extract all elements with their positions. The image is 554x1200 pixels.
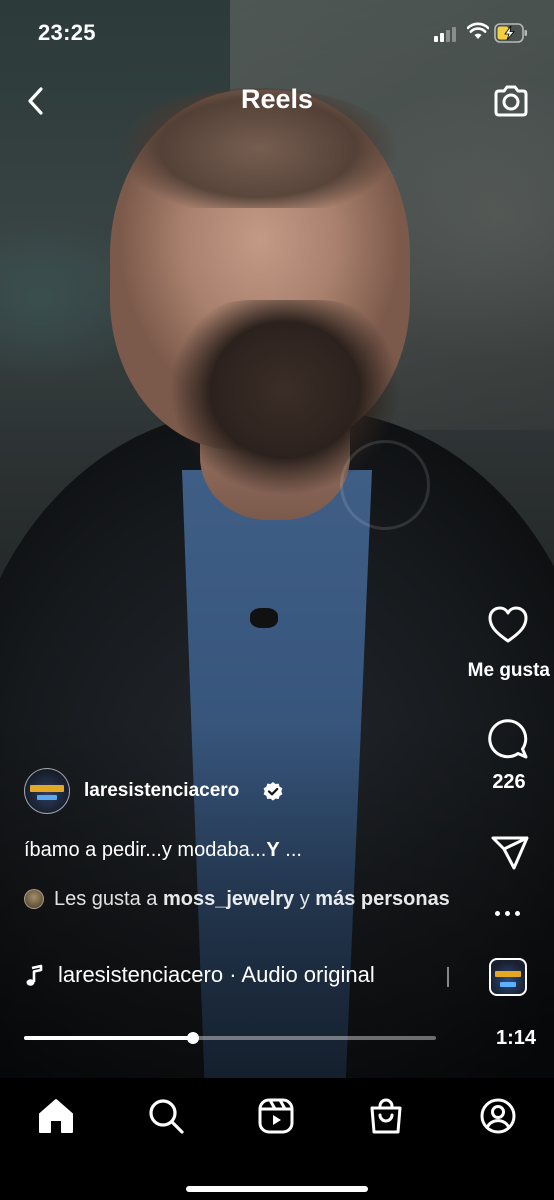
audio-track-label: laresistenciacero · Audio original xyxy=(58,962,375,987)
audio-cover-thumbnail[interactable] xyxy=(489,958,527,996)
comment-count: 226 xyxy=(492,771,526,793)
liker-avatar xyxy=(24,889,44,909)
reels-icon[interactable] xyxy=(256,1096,296,1136)
audio-divider xyxy=(447,967,449,987)
home-icon[interactable] xyxy=(36,1096,76,1136)
shopping-bag-icon[interactable] xyxy=(366,1096,406,1136)
playback-scrubber-handle[interactable] xyxy=(186,1032,199,1044)
cellular-signal-icon xyxy=(434,26,460,42)
profile-icon[interactable] xyxy=(478,1096,518,1136)
status-time: 23:25 xyxy=(38,20,96,45)
home-indicator xyxy=(186,1186,368,1192)
audio-track-row[interactable]: laresistenciacero · Audio original xyxy=(24,962,464,992)
status-bar: 23:25 xyxy=(0,0,554,64)
more-options-button[interactable] xyxy=(493,906,523,920)
music-note-icon xyxy=(26,964,43,986)
wifi-icon xyxy=(467,22,489,39)
likes-text: Les gusta a moss_jewelry y más personas xyxy=(54,888,450,910)
video-duration: 1:14 xyxy=(495,1027,536,1049)
page-title: Reels xyxy=(240,84,314,114)
search-icon[interactable] xyxy=(146,1096,186,1136)
post-caption[interactable]: íbamo a pedir...y modaba...Y ... xyxy=(24,839,302,862)
camera-button[interactable] xyxy=(492,82,530,120)
battery-charging-icon xyxy=(494,23,527,43)
lapel-microphone xyxy=(250,608,278,628)
verified-badge-icon xyxy=(263,782,283,801)
like-button[interactable] xyxy=(487,605,529,645)
avatar[interactable] xyxy=(24,768,70,814)
bottom-nav xyxy=(0,1078,554,1200)
like-label[interactable]: Me gusta xyxy=(458,660,550,682)
reel-video[interactable] xyxy=(0,0,554,1078)
channel-watermark xyxy=(340,440,430,530)
playback-progress-fill xyxy=(24,1036,193,1040)
share-button[interactable] xyxy=(490,835,530,871)
playback-progress-bar[interactable] xyxy=(24,1032,436,1044)
username[interactable]: laresistenciacero xyxy=(84,780,239,802)
comment-button[interactable] xyxy=(488,718,530,760)
